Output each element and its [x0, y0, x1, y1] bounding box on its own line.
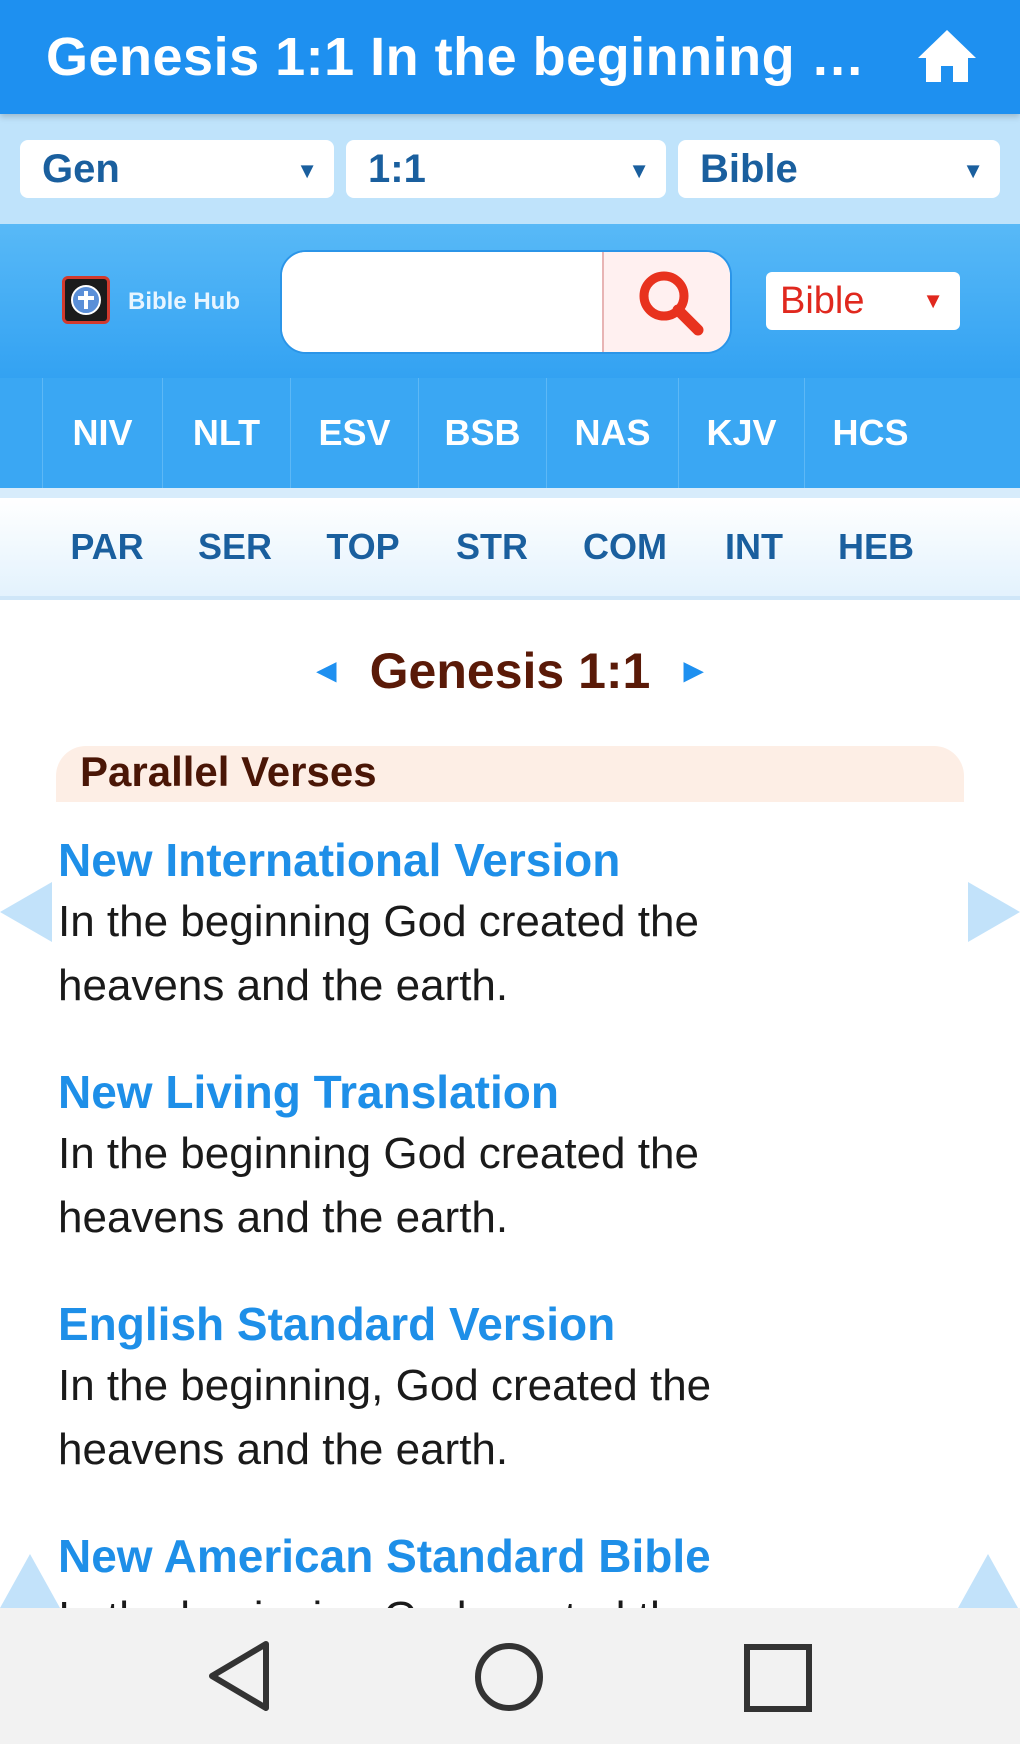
- tab-par[interactable]: PAR: [42, 498, 172, 596]
- bible-select-value: Bible: [780, 279, 865, 322]
- prev-arrow-icon[interactable]: ◄: [310, 652, 344, 691]
- bible-hub-logo[interactable]: [62, 276, 110, 324]
- next-arrow-icon[interactable]: ►: [677, 652, 711, 691]
- reference-nav: ◄ Genesis 1:1 ►: [0, 642, 1020, 700]
- scroll-top-arrow-icon[interactable]: [0, 1554, 60, 1608]
- tab-kjv[interactable]: KJV: [678, 378, 804, 488]
- bible-select[interactable]: Bible ▼: [766, 272, 960, 330]
- verse-block: New American Standard Bible In the begin…: [58, 1526, 938, 1608]
- verse-block: New International Version In the beginni…: [58, 830, 938, 1018]
- tab-hcs[interactable]: HCS: [804, 378, 936, 488]
- home-button[interactable]: [916, 28, 978, 84]
- tab-bsb[interactable]: BSB: [418, 378, 546, 488]
- verse-reference: Genesis 1:1: [369, 643, 651, 699]
- recents-nav-icon[interactable]: [744, 1644, 812, 1712]
- tab-nas[interactable]: NAS: [546, 378, 678, 488]
- search-icon: [639, 271, 704, 336]
- verse-text-line: In the beginning God created the: [58, 1586, 938, 1608]
- version-link[interactable]: New American Standard Bible: [58, 1526, 938, 1586]
- verse-text-line: heavens and the earth.: [58, 1193, 509, 1242]
- verse-select[interactable]: 1:1 ▼: [346, 140, 666, 198]
- main-content: ◄ Genesis 1:1 ► Parallel Verses New Inte…: [0, 600, 1020, 1608]
- verse-select-value: 1:1: [368, 146, 426, 191]
- study-tabs: PAR SER TOP STR COM INT HEB: [0, 488, 1020, 600]
- home-nav-icon[interactable]: [474, 1642, 544, 1712]
- section-heading: Parallel Verses: [56, 746, 964, 802]
- tab-int[interactable]: INT: [694, 498, 814, 596]
- mode-select[interactable]: Bible ▼: [678, 140, 1000, 198]
- search-input[interactable]: [282, 252, 602, 352]
- version-link[interactable]: New International Version: [58, 830, 938, 890]
- cross-icon: [71, 285, 101, 315]
- dropdown-arrow-icon: ▼: [628, 158, 650, 183]
- home-icon: [918, 30, 976, 82]
- tab-nlt[interactable]: NLT: [162, 378, 290, 488]
- tab-esv[interactable]: ESV: [290, 378, 418, 488]
- verse-text-line: heavens and the earth.: [58, 961, 509, 1010]
- verse-text-line: In the beginning, God created the: [58, 1361, 712, 1410]
- verse-text-line: In the beginning God created the: [58, 897, 699, 946]
- next-page-arrow-icon[interactable]: [968, 882, 1020, 942]
- search-header: Bible Hub Bible ▼: [0, 224, 1020, 378]
- search-box: [280, 250, 732, 354]
- system-nav-bar: [0, 1608, 1020, 1744]
- tab-ser[interactable]: SER: [172, 498, 298, 596]
- selector-bar: Gen ▼ 1:1 ▼ Bible ▼: [0, 114, 1020, 224]
- search-button[interactable]: [602, 252, 730, 352]
- app-bar: Genesis 1:1 In the beginning G...: [0, 0, 1020, 114]
- verse-text-line: heavens and the earth.: [58, 1425, 509, 1474]
- tab-com[interactable]: COM: [556, 498, 694, 596]
- verse-block: New Living Translation In the beginning …: [58, 1062, 938, 1250]
- dropdown-arrow-icon: ▼: [962, 158, 984, 183]
- dropdown-arrow-icon: ▼: [296, 158, 318, 183]
- tab-top[interactable]: TOP: [298, 498, 428, 596]
- logo-text: Bible Hub: [128, 288, 240, 315]
- dropdown-arrow-icon: ▼: [922, 288, 944, 313]
- tab-str[interactable]: STR: [428, 498, 556, 596]
- verse-text-line: In the beginning God created the: [58, 1129, 699, 1178]
- version-link[interactable]: New Living Translation: [58, 1062, 938, 1122]
- verse-block: English Standard Version In the beginnin…: [58, 1294, 938, 1482]
- book-select-value: Gen: [42, 146, 120, 191]
- scroll-top-arrow-icon[interactable]: [958, 1554, 1018, 1608]
- mode-select-value: Bible: [700, 146, 798, 191]
- page-title: Genesis 1:1 In the beginning G...: [46, 27, 866, 87]
- tab-niv[interactable]: NIV: [42, 378, 162, 488]
- book-select[interactable]: Gen ▼: [20, 140, 334, 198]
- tab-heb[interactable]: HEB: [814, 498, 938, 596]
- version-link[interactable]: English Standard Version: [58, 1294, 938, 1354]
- back-nav-icon[interactable]: [206, 1640, 272, 1712]
- prev-page-arrow-icon[interactable]: [0, 882, 52, 942]
- version-tabs: NIV NLT ESV BSB NAS KJV HCS: [0, 378, 1020, 488]
